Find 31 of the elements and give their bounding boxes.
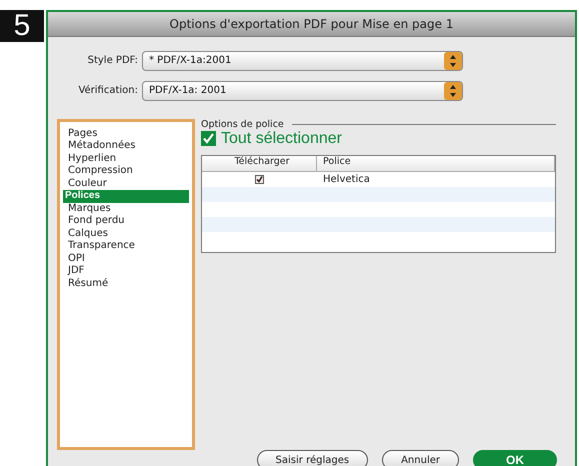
- checkbox-label: Tout sélectionner: [221, 130, 342, 148]
- category-item[interactable]: Marques: [63, 202, 189, 216]
- section-title: Options de police: [201, 118, 284, 130]
- category-item[interactable]: Compression: [63, 165, 189, 178]
- category-item[interactable]: Polices: [63, 190, 189, 203]
- table-cell-text: Helvetica: [322, 174, 370, 185]
- dropdown[interactable]: PDF/X-1a: 2001: [142, 80, 463, 101]
- window-title: Options d'exportation PDF pour Mise en page 1: [48, 12, 575, 37]
- category-item[interactable]: Métadonnées: [63, 140, 189, 153]
- category-item[interactable]: Fond perdu: [63, 215, 189, 228]
- dialog-button[interactable]: Annuler: [382, 450, 459, 466]
- category-item[interactable]: Calques: [63, 228, 189, 240]
- column-header: Police: [317, 156, 555, 171]
- category-item[interactable]: OPI: [63, 252, 189, 266]
- checkbox[interactable]: [201, 131, 216, 146]
- ok-button[interactable]: OK: [473, 450, 557, 466]
- category-item[interactable]: Transparence: [63, 240, 189, 253]
- category-item[interactable]: JDF: [63, 265, 189, 278]
- category-item[interactable]: Pages: [63, 128, 189, 140]
- category-item[interactable]: Résumé: [63, 278, 189, 290]
- category-item[interactable]: Hyperlien: [63, 152, 189, 166]
- field-label: Vérification:: [77, 85, 138, 96]
- dialog-button[interactable]: Saisir réglages: [256, 450, 368, 466]
- dropdown-arrows-icon: [444, 52, 462, 70]
- field-label: Style PDF:: [86, 55, 138, 66]
- checkbox[interactable]: [255, 174, 264, 184]
- dropdown[interactable]: * PDF/X-1a:2001: [142, 50, 463, 71]
- step-number: 5: [0, 10, 44, 42]
- dropdown-arrows-icon: [444, 82, 462, 100]
- category-item[interactable]: Couleur: [63, 178, 189, 190]
- column-header: Télécharger: [202, 156, 317, 171]
